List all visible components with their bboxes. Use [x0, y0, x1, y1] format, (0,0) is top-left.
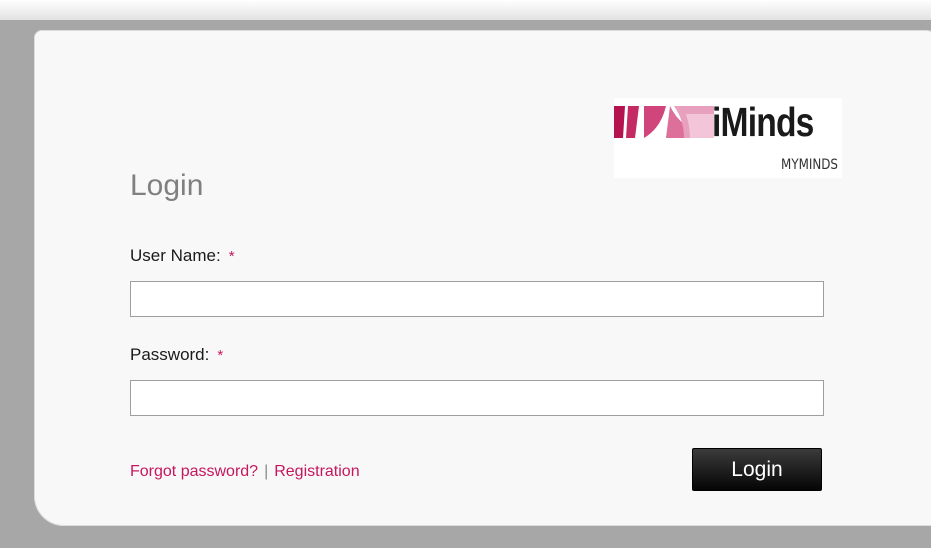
required-marker: * [228, 248, 235, 265]
logo-mark-icon [614, 106, 714, 138]
username-label: User Name: * [130, 246, 235, 267]
page-title: Login [130, 169, 204, 202]
link-separator: | [264, 463, 269, 480]
password-label: Password: * [130, 345, 223, 366]
auth-links: Forgot password? | Registration [130, 462, 360, 482]
brand-name: iMinds [712, 99, 814, 145]
password-input[interactable] [130, 380, 824, 416]
password-label-text: Password: [130, 345, 210, 364]
login-button[interactable]: Login [692, 448, 822, 491]
brand-logo: iMinds MYMINDS [614, 98, 842, 178]
brand-subtitle: MYMINDS [781, 157, 838, 173]
forgot-password-link[interactable]: Forgot password? [130, 463, 258, 480]
username-input[interactable] [130, 281, 824, 317]
username-label-text: User Name: [130, 246, 221, 265]
top-strip [0, 0, 931, 20]
required-marker: * [217, 347, 224, 364]
registration-link[interactable]: Registration [274, 463, 359, 480]
